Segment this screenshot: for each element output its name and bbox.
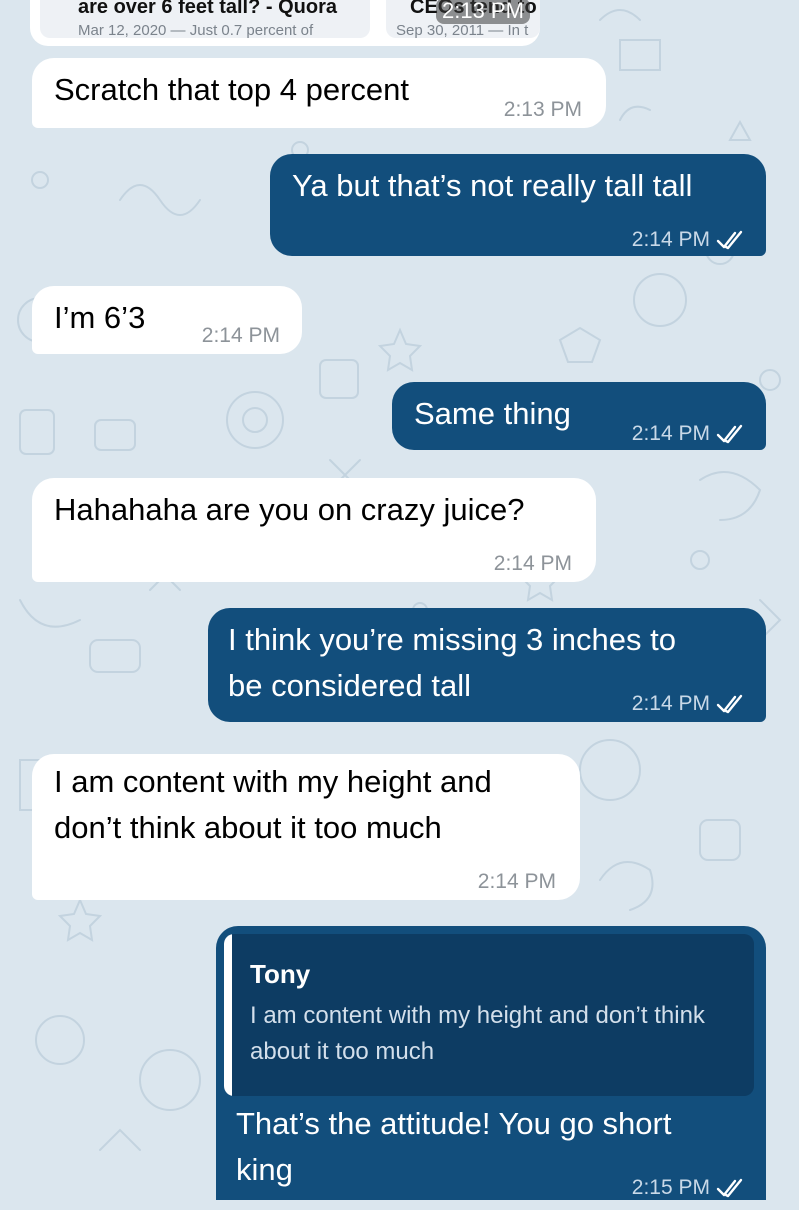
message-text-line: be considered tall [228, 668, 471, 703]
message-meta: 2:14 PM [478, 860, 556, 904]
reply-quote-bar [224, 934, 232, 1096]
message-meta: 2:14 PM [632, 218, 744, 262]
double-check-icon [716, 230, 743, 250]
link-preview-time: 2:13 PM [436, 0, 530, 24]
message-time: 2:14 PM [631, 422, 710, 445]
message-bubble-incoming[interactable]: I am content with my height and don’t th… [32, 754, 580, 900]
message-time: 2:14 PM [201, 324, 280, 347]
link-preview-card[interactable]: CEOs tend to b Sep 30, 2011 — In t 2:13 … [386, 0, 540, 39]
link-preview-strip[interactable]: are over 6 feet tall? - Quora Mar 12, 20… [30, 0, 540, 46]
message-meta: 2:14 PM [632, 682, 744, 726]
message-text: Scratch that top 4 percent [54, 72, 409, 107]
link-preview-date: Mar 12, 2020 — Just 0.7 percent of [78, 22, 314, 39]
message-time: 2:14 PM [493, 552, 572, 575]
message-bubble-incoming[interactable]: I’m 6’3 2:14 PM [32, 286, 302, 354]
message-bubble-outgoing-reply[interactable]: Tony I am content with my height and don… [216, 926, 766, 1200]
link-preview-title: are over 6 feet tall? - Quora [78, 0, 337, 18]
message-time: 2:15 PM [631, 1176, 710, 1199]
reply-quote[interactable]: Tony I am content with my height and don… [224, 934, 754, 1096]
message-text: I’m 6’3 [54, 300, 146, 335]
reply-quote-text: I am content with my height and don’t th… [250, 1002, 705, 1065]
message-meta: 2:13 PM [504, 88, 582, 132]
message-time: 2:14 PM [631, 692, 710, 715]
link-preview-card[interactable]: are over 6 feet tall? - Quora Mar 12, 20… [40, 0, 370, 39]
message-text-line: I am content with my height and [54, 764, 492, 799]
message-text-line: king [236, 1152, 293, 1187]
message-bubble-incoming[interactable]: Scratch that top 4 percent 2:13 PM [32, 58, 606, 128]
chat-thread[interactable]: are over 6 feet tall? - Quora Mar 12, 20… [0, 0, 799, 1200]
message-text-line: don’t think about it too much [54, 810, 442, 845]
message-bubble-outgoing[interactable]: I think you’re missing 3 inches to be co… [208, 608, 766, 722]
link-preview-date: Sep 30, 2011 — In t [396, 22, 529, 39]
message-meta: 2:14 PM [632, 412, 744, 456]
message-text: Same thing [414, 396, 571, 431]
message-bubble-outgoing[interactable]: Ya but that’s not really tall tall 2:14 … [270, 154, 766, 256]
double-check-icon [716, 1178, 743, 1198]
message-meta: 2:14 PM [494, 542, 572, 586]
message-time: 2:14 PM [631, 228, 710, 251]
double-check-icon [716, 424, 743, 444]
message-text: Hahahaha are you on crazy juice? [54, 492, 525, 527]
message-time: 2:13 PM [503, 98, 582, 121]
reply-quote-author: Tony [250, 959, 311, 989]
message-text: Ya but that’s not really tall tall [292, 168, 693, 203]
message-meta: 2:15 PM [632, 1166, 744, 1210]
message-text-line: That’s the attitude! You go short [236, 1106, 672, 1141]
message-meta: 2:14 PM [202, 314, 280, 358]
message-time: 2:14 PM [477, 870, 556, 893]
message-bubble-incoming[interactable]: Hahahaha are you on crazy juice? 2:14 PM [32, 478, 596, 582]
message-bubble-outgoing[interactable]: Same thing 2:14 PM [392, 382, 766, 450]
message-text-line: I think you’re missing 3 inches to [228, 622, 676, 657]
double-check-icon [716, 694, 743, 714]
